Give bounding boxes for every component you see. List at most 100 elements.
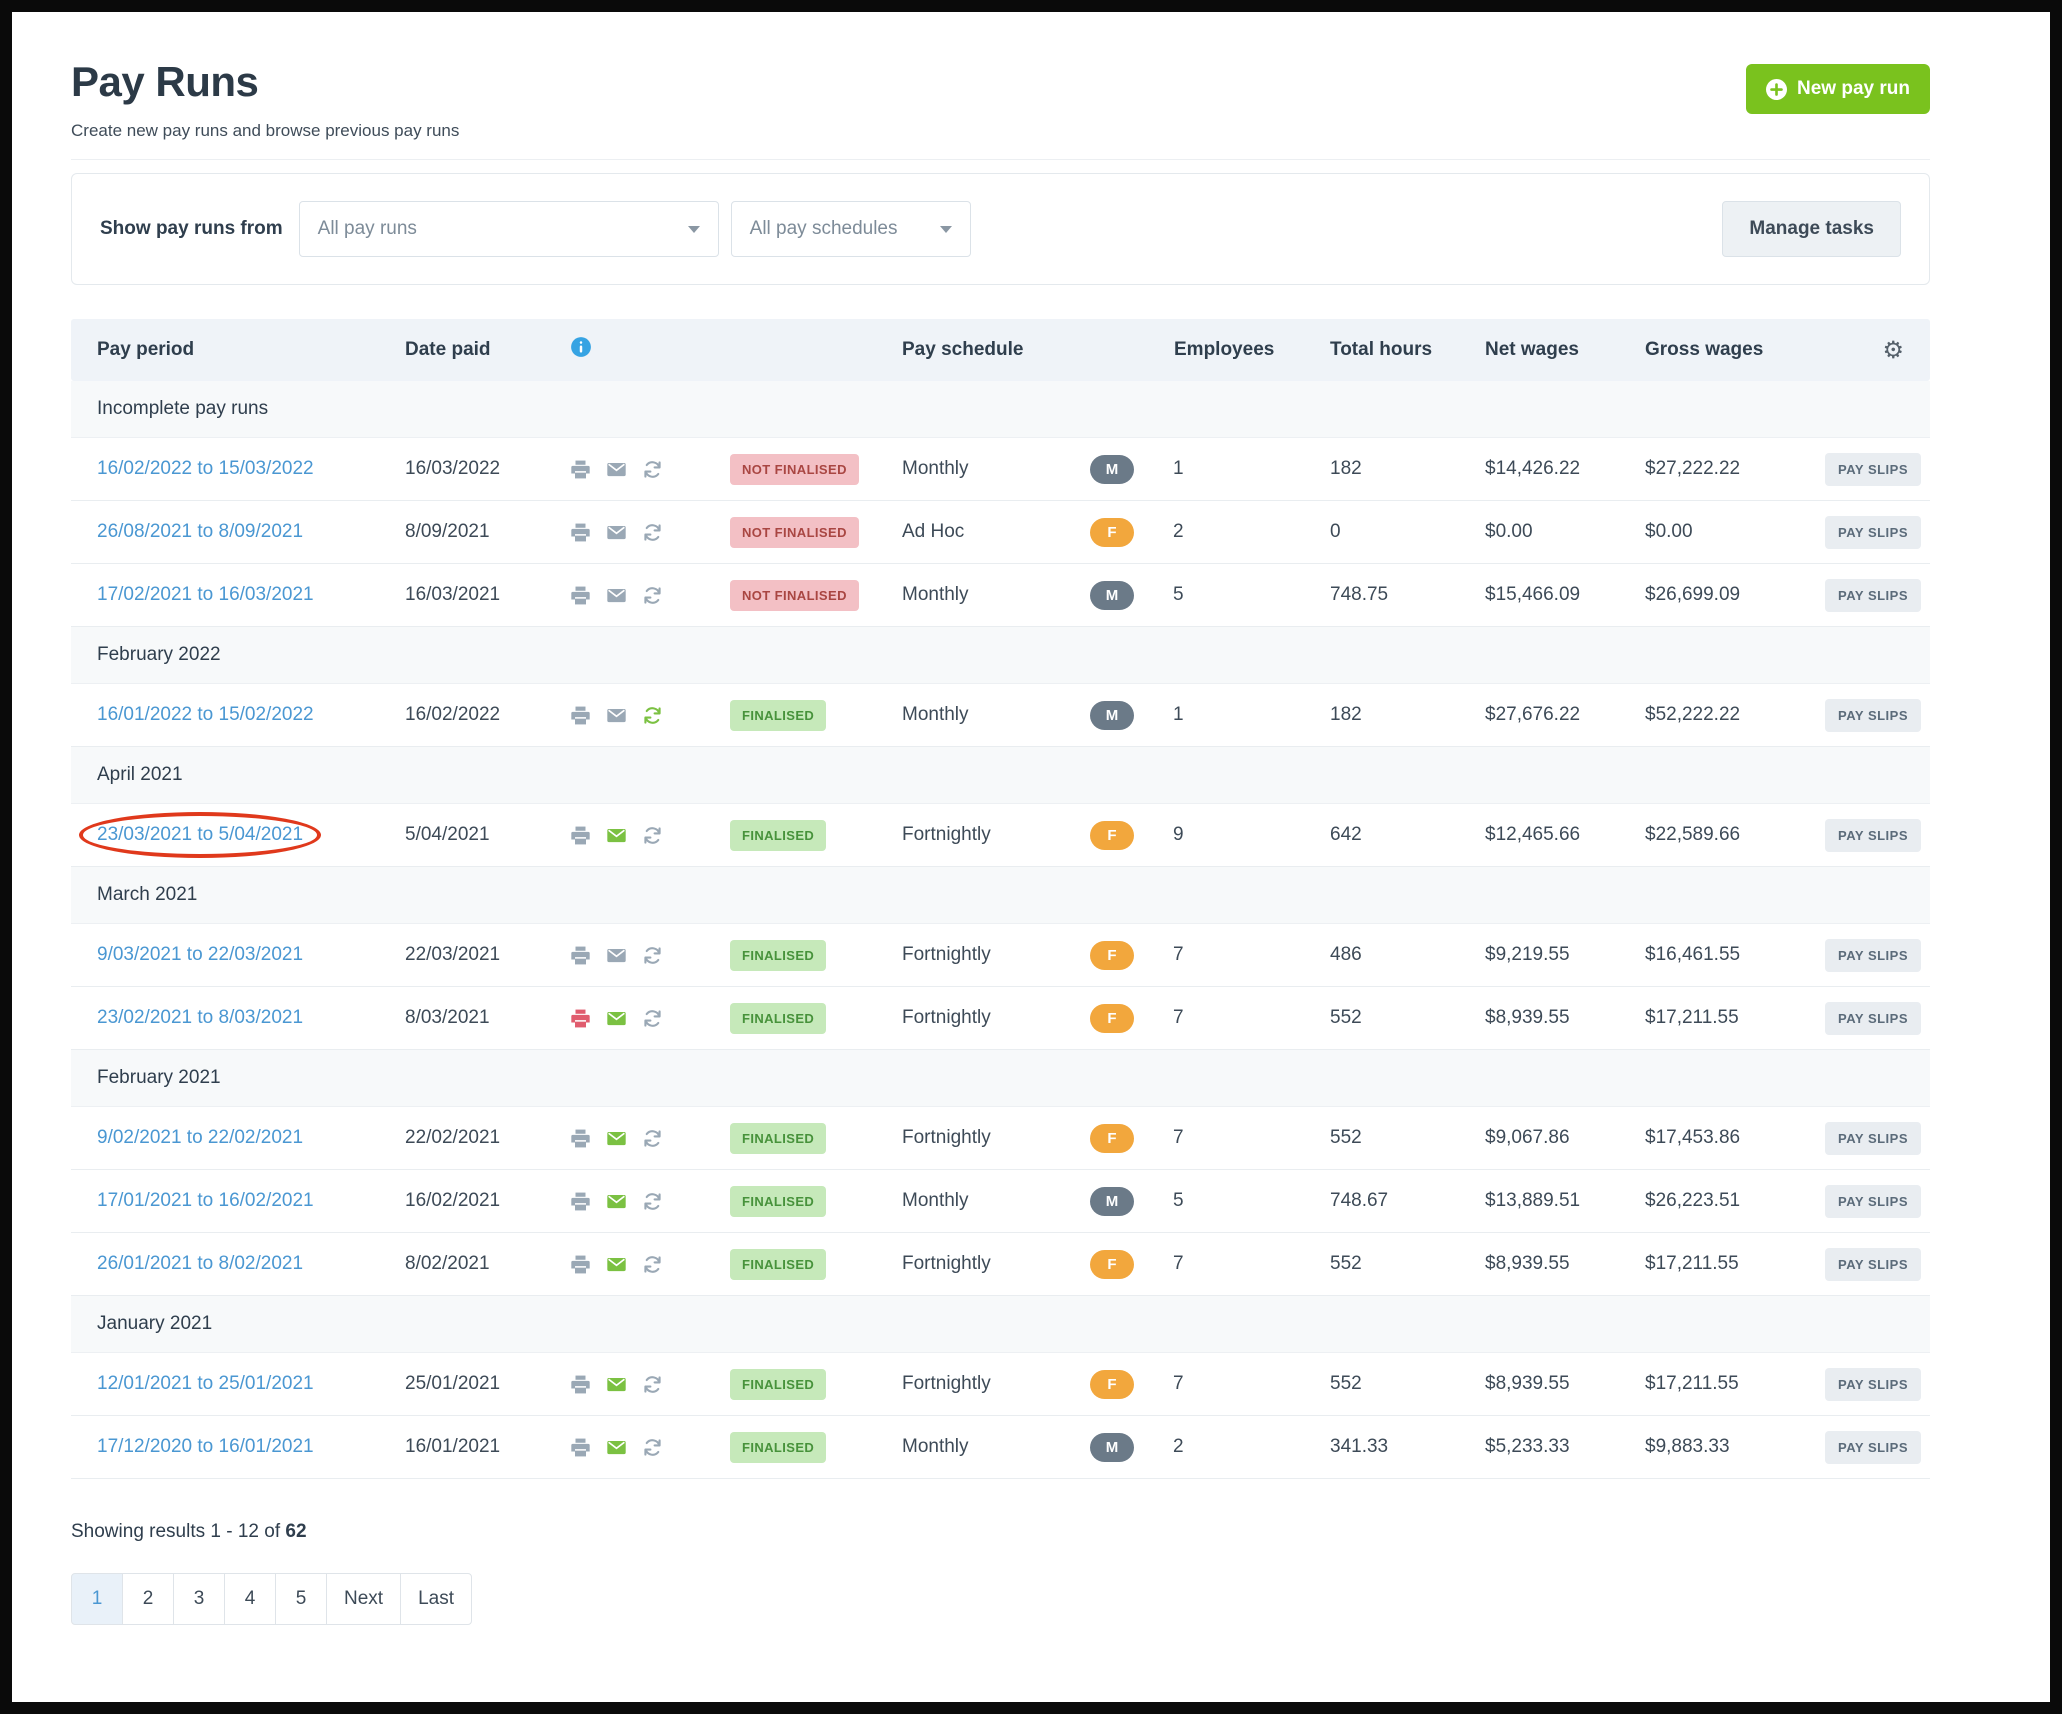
refresh-icon[interactable]: [642, 1254, 663, 1275]
net-wages-cell: $12,465.66: [1485, 824, 1645, 846]
printer-icon[interactable]: [570, 585, 591, 606]
page-button-4[interactable]: 4: [224, 1573, 276, 1625]
total-hours-cell: 486: [1330, 944, 1485, 966]
page-button-3[interactable]: 3: [173, 1573, 225, 1625]
pay-slips-button[interactable]: PAY SLIPS: [1825, 1002, 1921, 1035]
printer-icon[interactable]: [570, 522, 591, 543]
printer-icon[interactable]: [570, 945, 591, 966]
printer-icon[interactable]: [570, 1437, 591, 1458]
net-wages-cell: $9,219.55: [1485, 944, 1645, 966]
pay-runs-dropdown-value: All pay runs: [318, 218, 417, 240]
refresh-icon[interactable]: [642, 705, 663, 726]
pay-period-link[interactable]: 23/03/2021 to 5/04/2021: [97, 824, 303, 845]
employees-count: 7: [1173, 1253, 1184, 1275]
pay-period-link[interactable]: 16/02/2022 to 15/03/2022: [97, 458, 314, 479]
pay-slips-button[interactable]: PAY SLIPS: [1825, 819, 1921, 852]
pay-run-row: 9/02/2021 to 22/02/2021 22/02/2021 FINALIS…: [71, 1107, 1930, 1170]
page-button-next[interactable]: Next: [326, 1573, 401, 1625]
status-badge: FINALISED: [730, 1432, 826, 1463]
net-wages-cell: $14,426.22: [1485, 458, 1645, 480]
pay-slips-button[interactable]: PAY SLIPS: [1825, 579, 1921, 612]
envelope-icon[interactable]: [606, 945, 627, 966]
pay-period-link[interactable]: 26/01/2021 to 8/02/2021: [97, 1253, 303, 1274]
new-pay-run-button[interactable]: New pay run: [1746, 64, 1930, 114]
envelope-icon[interactable]: [606, 459, 627, 480]
status-badge: NOT FINALISED: [730, 517, 859, 548]
printer-icon[interactable]: [570, 459, 591, 480]
pay-schedules-dropdown[interactable]: All pay schedules: [731, 201, 971, 257]
refresh-icon[interactable]: [642, 1374, 663, 1395]
pay-slips-button[interactable]: PAY SLIPS: [1825, 1122, 1921, 1155]
net-wages-cell: $0.00: [1485, 521, 1645, 543]
pay-slips-button[interactable]: PAY SLIPS: [1825, 1185, 1921, 1218]
envelope-icon[interactable]: [606, 705, 627, 726]
pay-period-link[interactable]: 9/02/2021 to 22/02/2021: [97, 1127, 303, 1148]
pay-period-link[interactable]: 9/03/2021 to 22/03/2021: [97, 944, 303, 965]
pay-period-link[interactable]: 23/02/2021 to 8/03/2021: [97, 1007, 303, 1028]
envelope-icon[interactable]: [606, 1374, 627, 1395]
page-button-2[interactable]: 2: [122, 1573, 174, 1625]
refresh-icon[interactable]: [642, 825, 663, 846]
gross-wages-cell: $22,589.66: [1645, 824, 1825, 846]
refresh-icon[interactable]: [642, 585, 663, 606]
refresh-icon[interactable]: [642, 1128, 663, 1149]
envelope-icon[interactable]: [606, 585, 627, 606]
envelope-icon[interactable]: [606, 1128, 627, 1149]
status-badge: FINALISED: [730, 1123, 826, 1154]
gross-wages-cell: $16,461.55: [1645, 944, 1825, 966]
printer-icon[interactable]: [570, 705, 591, 726]
date-paid-cell: 16/03/2021: [405, 584, 570, 606]
pay-slips-button[interactable]: PAY SLIPS: [1825, 516, 1921, 549]
pay-schedule-cell: Fortnightly: [902, 1127, 1090, 1149]
manage-tasks-button[interactable]: Manage tasks: [1722, 201, 1901, 257]
info-icon[interactable]: [570, 336, 592, 358]
pay-period-link[interactable]: 26/08/2021 to 8/09/2021: [97, 521, 303, 542]
pay-slips-button[interactable]: PAY SLIPS: [1825, 939, 1921, 972]
envelope-icon[interactable]: [606, 1191, 627, 1212]
pay-schedule-cell: Monthly: [902, 704, 1090, 726]
pay-period-link[interactable]: 16/01/2022 to 15/02/2022: [97, 704, 314, 725]
pay-period-link[interactable]: 17/02/2021 to 16/03/2021: [97, 584, 314, 605]
pay-run-row: 12/01/2021 to 25/01/202125/01/2021FINALI…: [71, 1353, 1930, 1416]
employees-count: 7: [1173, 1373, 1184, 1395]
refresh-icon[interactable]: [642, 522, 663, 543]
pay-period-link[interactable]: 17/01/2021 to 16/02/2021: [97, 1190, 314, 1211]
window-frame: Pay Runs Create new pay runs and browse …: [0, 0, 2062, 1714]
envelope-icon[interactable]: [606, 1008, 627, 1029]
gear-icon[interactable]: ⚙: [1882, 338, 1904, 362]
pay-runs-dropdown[interactable]: All pay runs: [299, 201, 719, 257]
envelope-icon[interactable]: [606, 1437, 627, 1458]
envelope-icon[interactable]: [606, 825, 627, 846]
page-button-last[interactable]: Last: [400, 1573, 472, 1625]
page-button-5[interactable]: 5: [275, 1573, 327, 1625]
pay-slips-button[interactable]: PAY SLIPS: [1825, 453, 1921, 486]
employees-count: 7: [1173, 1007, 1184, 1029]
printer-icon[interactable]: [570, 1254, 591, 1275]
refresh-icon[interactable]: [642, 1437, 663, 1458]
pay-run-row: 23/02/2021 to 8/03/20218/03/2021FINALISE…: [71, 987, 1930, 1050]
printer-icon[interactable]: [570, 1128, 591, 1149]
date-paid-cell: 22/02/2021: [405, 1127, 570, 1149]
refresh-icon[interactable]: [642, 945, 663, 966]
pay-schedules-dropdown-value: All pay schedules: [750, 218, 898, 240]
pay-slips-button[interactable]: PAY SLIPS: [1825, 1431, 1921, 1464]
envelope-icon[interactable]: [606, 522, 627, 543]
envelope-icon[interactable]: [606, 1254, 627, 1275]
page-button-1[interactable]: 1: [71, 1573, 123, 1625]
refresh-icon[interactable]: [642, 459, 663, 480]
pay-slips-button[interactable]: PAY SLIPS: [1825, 1248, 1921, 1281]
pay-period-link[interactable]: 17/12/2020 to 16/01/2021: [97, 1436, 314, 1457]
refresh-icon[interactable]: [642, 1191, 663, 1212]
pay-slips-button[interactable]: PAY SLIPS: [1825, 699, 1921, 732]
refresh-icon[interactable]: [642, 1008, 663, 1029]
date-paid-cell: 16/03/2022: [405, 458, 570, 480]
printer-icon[interactable]: [570, 825, 591, 846]
printer-icon[interactable]: [570, 1374, 591, 1395]
printer-icon[interactable]: [570, 1008, 591, 1029]
col-header-employees: Employees: [1090, 339, 1330, 361]
plus-circle-icon: [1766, 79, 1787, 100]
net-wages-cell: $27,676.22: [1485, 704, 1645, 726]
printer-icon[interactable]: [570, 1191, 591, 1212]
pay-period-link[interactable]: 12/01/2021 to 25/01/2021: [97, 1373, 314, 1394]
pay-slips-button[interactable]: PAY SLIPS: [1825, 1368, 1921, 1401]
